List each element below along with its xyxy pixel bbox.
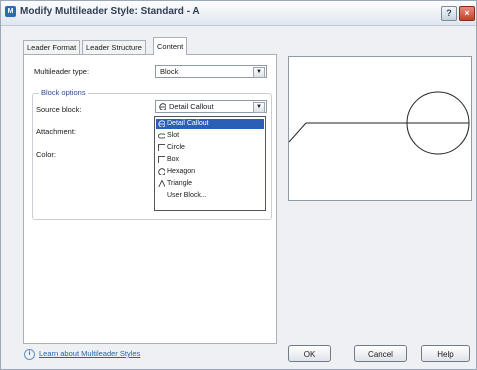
dropdown-item-box[interactable]: Box [156, 155, 264, 165]
source-block-dropdown-list: Detail Callout Slot Circle Box Hexagon T… [154, 116, 266, 211]
title-bar: M Modify Multileader Style: Standard - A… [1, 1, 476, 26]
tab-content[interactable]: Content [153, 37, 188, 55]
triangle-icon [158, 180, 165, 187]
modify-multileader-style-dialog: M Modify Multileader Style: Standard - A… [0, 0, 477, 370]
dropdown-item-detail-callout[interactable]: Detail Callout [156, 119, 264, 129]
tab-leader-structure[interactable]: Leader Structure [82, 40, 146, 54]
dropdown-item-hexagon[interactable]: Hexagon [156, 167, 264, 177]
dropdown-item-label: Box [167, 156, 180, 163]
source-block-label: Source block: [36, 105, 82, 114]
circle-icon [158, 144, 165, 151]
dropdown-item-circle[interactable]: Circle [156, 143, 264, 153]
box-icon [158, 156, 165, 163]
tab-leader-format[interactable]: Leader Format [23, 40, 81, 54]
help-button[interactable]: Help [421, 345, 470, 362]
cancel-button[interactable]: Cancel [354, 345, 407, 362]
source-block-value: Detail Callout [169, 102, 214, 111]
learn-about-link[interactable]: Learn about Multileader Styles [39, 349, 140, 358]
close-icon[interactable]: × [459, 6, 475, 21]
style-preview-pane [288, 56, 472, 201]
dropdown-item-label: Circle [167, 144, 185, 151]
dropdown-item-label: User Block... [167, 192, 207, 199]
window-title: Modify Multileader Style: Standard - A [20, 6, 200, 17]
leader-preview-graphic [288, 91, 470, 155]
dropdown-item-label: Hexagon [167, 168, 196, 175]
dropdown-item-label: Triangle [167, 180, 193, 187]
multileader-type-select[interactable]: Block ▼ [155, 65, 267, 78]
dropdown-item-label: Slot [167, 132, 180, 139]
app-icon: M [5, 6, 16, 17]
slot-icon [158, 133, 165, 139]
circle-line-icon [158, 120, 165, 127]
multileader-type-value: Block [160, 67, 179, 76]
ok-button[interactable]: OK [288, 345, 331, 362]
color-label: Color: [36, 150, 57, 159]
circle-line-icon [159, 103, 166, 110]
chevron-down-icon[interactable]: ▼ [253, 67, 265, 78]
source-block-select[interactable]: Detail Callout ▼ [155, 100, 267, 113]
dropdown-item-slot[interactable]: Slot [156, 131, 264, 141]
chevron-down-icon[interactable]: ▼ [253, 102, 265, 113]
attachment-label: Attachment: [36, 127, 77, 136]
block-options-title: Block options [39, 88, 88, 97]
info-icon: i [24, 349, 35, 360]
dropdown-item-triangle[interactable]: Triangle [156, 179, 264, 189]
multileader-type-label: Multileader type: [34, 67, 90, 76]
dropdown-item-label: Detail Callout [167, 120, 209, 127]
dropdown-item-user-block[interactable]: User Block... [156, 191, 264, 201]
hexagon-icon [158, 168, 165, 175]
help-icon[interactable]: ? [441, 6, 457, 21]
